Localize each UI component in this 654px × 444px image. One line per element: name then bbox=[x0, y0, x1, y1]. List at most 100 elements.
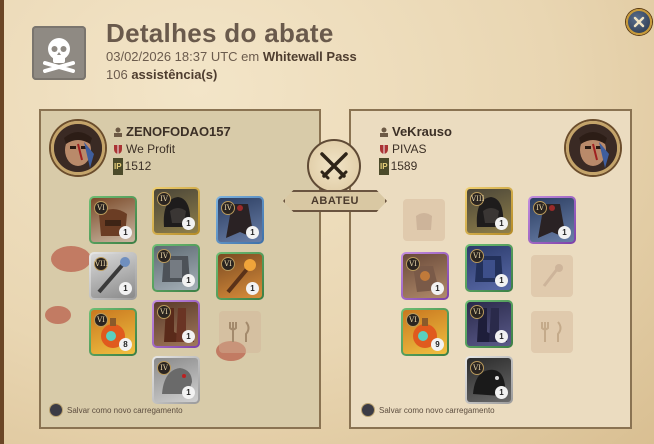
guild-shield-icon bbox=[379, 142, 389, 154]
victim-info: VeKrauso PIVAS IP 1589 bbox=[379, 123, 452, 175]
item-quantity: 1 bbox=[182, 330, 195, 343]
loadout-icon bbox=[361, 403, 375, 417]
tier-badge: IV bbox=[221, 201, 235, 215]
item-power-icon: IP bbox=[379, 158, 389, 175]
killer-panel: ZENOFODAO157 We Profit IP 1512 VI 1 IV 1… bbox=[39, 109, 321, 429]
player-icon bbox=[379, 125, 389, 137]
victim-save-loadout-button[interactable]: Salvar como novo carregamento bbox=[361, 403, 495, 417]
killer-food-slot-empty[interactable] bbox=[219, 311, 261, 353]
victim-offhand-slot-empty[interactable] bbox=[531, 255, 573, 297]
victim-mount-slot[interactable]: VI 1 bbox=[465, 356, 513, 404]
victim-potion-slot[interactable]: VI 9 bbox=[401, 308, 449, 356]
tier-badge: VI bbox=[470, 305, 484, 319]
victim-head-slot[interactable]: VIII 1 bbox=[465, 187, 513, 235]
victim-guild[interactable]: PIVAS bbox=[392, 142, 426, 156]
assist-label: assistência(s) bbox=[131, 67, 218, 82]
close-icon bbox=[633, 16, 645, 28]
item-quantity: 1 bbox=[119, 226, 132, 239]
crossed-swords-badge bbox=[307, 139, 361, 193]
tier-badge: VI bbox=[94, 201, 108, 215]
victim-avatar[interactable] bbox=[566, 121, 620, 175]
killer-save-loadout-button[interactable]: Salvar como novo carregamento bbox=[49, 403, 183, 417]
killer-head-slot[interactable]: IV 1 bbox=[152, 187, 200, 235]
item-quantity: 1 bbox=[495, 330, 508, 343]
location-name: Whitewall Pass bbox=[262, 49, 357, 64]
guild-shield-icon bbox=[113, 142, 123, 154]
blood-splatter bbox=[51, 246, 91, 272]
bag-placeholder-icon bbox=[416, 213, 432, 230]
tier-badge: IV bbox=[157, 192, 171, 206]
fork-knife-icon bbox=[229, 321, 250, 342]
tier-badge: VI bbox=[406, 257, 420, 271]
datetime-text: 03/02/2026 18:37 UTC em bbox=[106, 49, 260, 64]
killer-shoes-slot[interactable]: VI 1 bbox=[152, 300, 200, 348]
tier-badge: IV bbox=[157, 361, 171, 375]
victim-panel: VeKrauso PIVAS IP 1589 VIII 1 IV 1 VI 1 … bbox=[349, 109, 632, 429]
save-loadout-label: Salvar como novo carregamento bbox=[67, 405, 183, 415]
item-power-icon: IP bbox=[113, 158, 123, 175]
victim-mainhand-slot[interactable]: VI 1 bbox=[401, 252, 449, 300]
killer-guild[interactable]: We Profit bbox=[126, 142, 175, 156]
kill-datetime: 03/02/2026 18:37 UTC em Whitewall Pass bbox=[106, 49, 357, 64]
victim-food-slot-empty[interactable] bbox=[531, 311, 573, 353]
killer-offhand-slot[interactable]: VI 1 bbox=[216, 252, 264, 300]
item-quantity: 1 bbox=[431, 282, 444, 295]
item-quantity: 1 bbox=[182, 217, 195, 230]
tier-badge: VIII bbox=[94, 257, 108, 271]
loadout-icon bbox=[49, 403, 63, 417]
killer-avatar[interactable] bbox=[51, 121, 105, 175]
killer-ip-row: IP 1512 bbox=[113, 158, 231, 175]
tier-badge: VIII bbox=[470, 192, 484, 206]
item-quantity: 1 bbox=[182, 386, 195, 399]
killer-bag-slot[interactable]: VI 1 bbox=[89, 196, 137, 244]
killer-item-power: 1512 bbox=[124, 159, 152, 173]
kill-details-window: Detalhes do abate 03/02/2026 18:37 UTC e… bbox=[0, 0, 654, 444]
item-quantity: 1 bbox=[182, 274, 195, 287]
killer-name[interactable]: ZENOFODAO157 bbox=[126, 124, 231, 139]
blood-splatter bbox=[45, 306, 71, 324]
killer-potion-slot[interactable]: VI 8 bbox=[89, 308, 137, 356]
killer-guild-row: We Profit bbox=[113, 141, 231, 158]
tier-badge: VI bbox=[94, 313, 108, 327]
player-icon bbox=[113, 125, 123, 137]
offhand-placeholder-icon bbox=[542, 264, 563, 287]
item-quantity: 9 bbox=[431, 338, 444, 351]
item-quantity: 8 bbox=[119, 338, 132, 351]
page-title: Detalhes do abate bbox=[106, 18, 334, 48]
victim-item-power: 1589 bbox=[390, 159, 418, 173]
victim-shoes-slot[interactable]: VI 1 bbox=[465, 300, 513, 348]
item-quantity: 1 bbox=[495, 386, 508, 399]
tier-badge: VI bbox=[470, 361, 484, 375]
tier-badge: VI bbox=[157, 305, 171, 319]
tier-badge: VI bbox=[470, 249, 484, 263]
victim-armor-slot[interactable]: VI 1 bbox=[465, 244, 513, 292]
fork-knife-icon bbox=[541, 321, 562, 342]
victim-ip-row: IP 1589 bbox=[379, 158, 452, 175]
killer-mainhand-slot[interactable]: VIII 1 bbox=[89, 252, 137, 300]
victim-name-row: VeKrauso bbox=[379, 123, 452, 141]
assist-count: 106 assistência(s) bbox=[106, 67, 217, 82]
item-quantity: 1 bbox=[246, 226, 259, 239]
victim-bag-slot-empty[interactable] bbox=[403, 199, 445, 241]
tier-badge: IV bbox=[533, 201, 547, 215]
killer-armor-slot[interactable]: IV 1 bbox=[152, 244, 200, 292]
killer-cape-slot[interactable]: IV 1 bbox=[216, 196, 264, 244]
tier-badge: VI bbox=[406, 313, 420, 327]
killer-info: ZENOFODAO157 We Profit IP 1512 bbox=[113, 123, 231, 175]
tier-badge: IV bbox=[157, 249, 171, 263]
crossed-swords-icon bbox=[320, 152, 348, 180]
item-quantity: 1 bbox=[495, 274, 508, 287]
tier-badge: VI bbox=[221, 257, 235, 271]
item-quantity: 1 bbox=[495, 217, 508, 230]
save-loadout-label: Salvar como novo carregamento bbox=[379, 405, 495, 415]
skull-crossbones-icon bbox=[32, 26, 86, 80]
assist-number: 106 bbox=[106, 67, 128, 82]
killer-name-row: ZENOFODAO157 bbox=[113, 123, 231, 141]
killer-mount-slot[interactable]: IV 1 bbox=[152, 356, 200, 404]
victim-name[interactable]: VeKrauso bbox=[392, 124, 452, 139]
victim-cape-slot[interactable]: IV 1 bbox=[528, 196, 576, 244]
item-quantity: 1 bbox=[246, 282, 259, 295]
item-quantity: 1 bbox=[119, 282, 132, 295]
close-button[interactable] bbox=[626, 9, 652, 35]
killed-label: ABATEU bbox=[283, 190, 387, 212]
